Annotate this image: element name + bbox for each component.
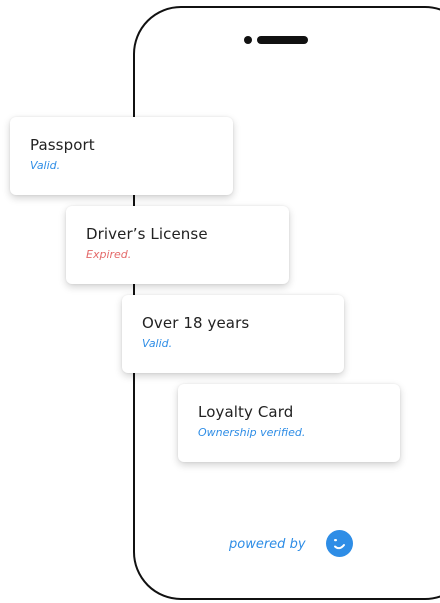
powered-by: powered by bbox=[229, 533, 306, 555]
passport-card: Passport Valid. bbox=[10, 117, 233, 195]
status-text: Expired. bbox=[86, 248, 132, 261]
loyalty-card: Loyalty Card Ownership verified. bbox=[178, 384, 400, 462]
card-title: Over 18 years bbox=[142, 314, 250, 332]
card-title: Driver’s License bbox=[86, 225, 208, 243]
status-text: Valid. bbox=[142, 337, 173, 350]
camera-dot bbox=[244, 36, 252, 44]
smile-logo-icon bbox=[326, 530, 353, 557]
drivers-license-card: Driver’s License Expired. bbox=[66, 206, 289, 284]
status-text: Ownership verified. bbox=[198, 426, 306, 439]
card-title: Passport bbox=[30, 136, 95, 154]
card-title: Loyalty Card bbox=[198, 403, 294, 421]
speaker-bar bbox=[257, 36, 308, 44]
powered-by-label: powered by bbox=[229, 536, 306, 552]
age-check-card: Over 18 years Valid. bbox=[122, 295, 344, 373]
illustration: Passport Valid. Driver’s License Expired… bbox=[0, 0, 440, 603]
status-text: Valid. bbox=[30, 159, 61, 172]
